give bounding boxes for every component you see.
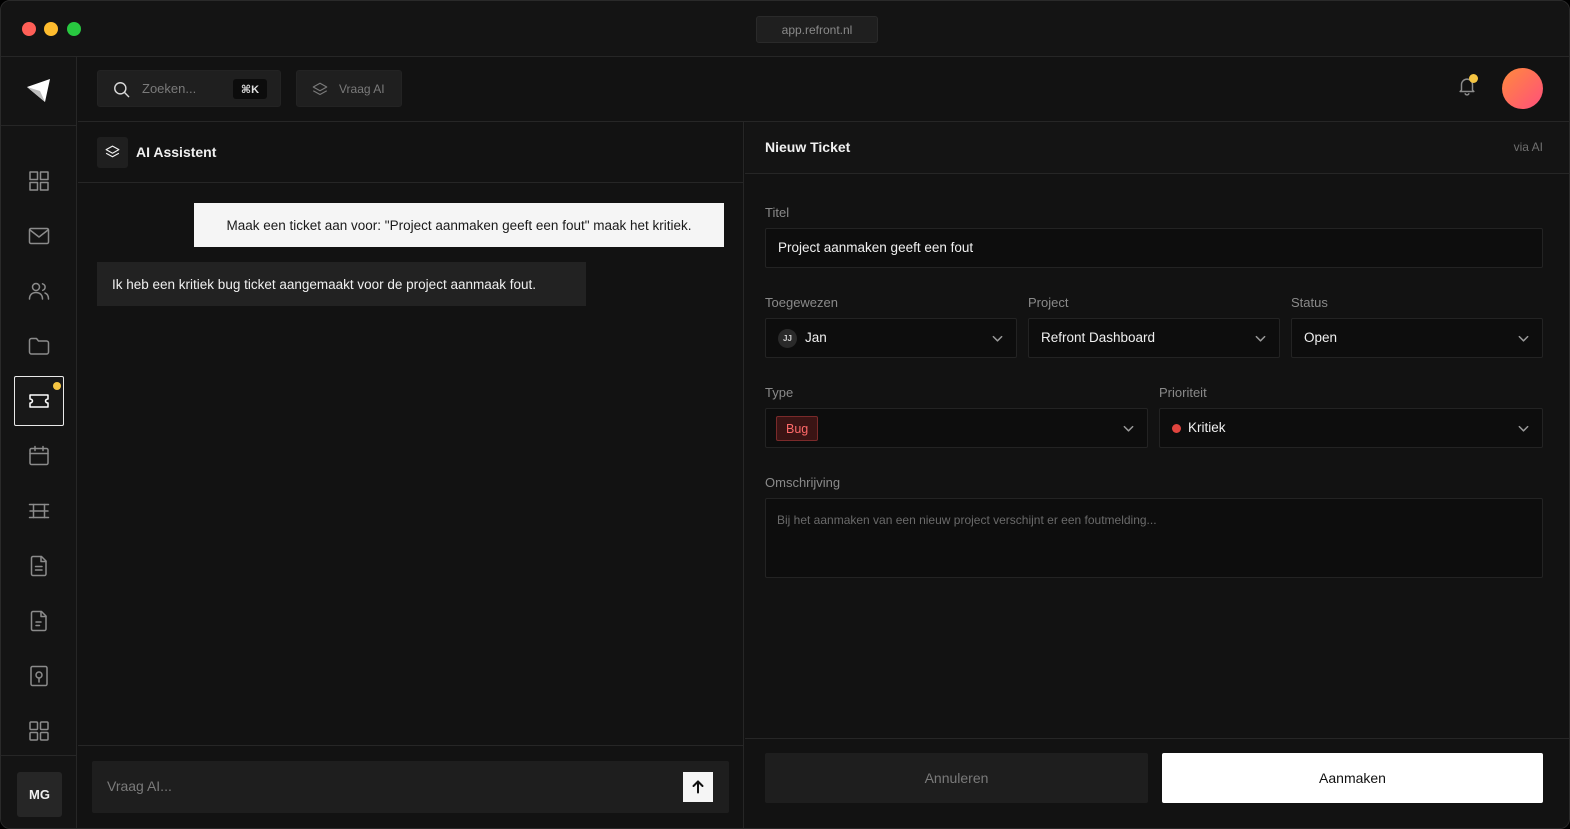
apps-grid-icon xyxy=(29,721,49,741)
project-value: Refront Dashboard xyxy=(1041,330,1156,345)
chevron-down-icon xyxy=(1517,332,1530,345)
ticket-source-label: via AI xyxy=(1513,140,1543,154)
title-bar: app.refront.nl xyxy=(1,1,1569,57)
safe-icon xyxy=(30,665,48,687)
ai-panel-icon-badge xyxy=(97,137,128,168)
ticket-panel-title: Nieuw Ticket xyxy=(765,139,851,155)
priority-select[interactable]: Kritiek xyxy=(1159,408,1543,448)
invoice-icon xyxy=(30,610,47,632)
assigned-select[interactable]: JJ Jan xyxy=(765,318,1017,358)
search-shortcut-badge: ⌘K xyxy=(233,79,267,99)
create-ticket-button[interactable]: Aanmaken xyxy=(1162,753,1543,803)
tickets-notification-dot xyxy=(53,382,61,390)
search-box[interactable]: Zoeken... ⌘K xyxy=(97,70,281,107)
sidebar-divider-bottom xyxy=(1,755,77,756)
assigned-label: Toegewezen xyxy=(765,295,838,310)
calendar-icon xyxy=(29,445,49,466)
assignee-avatar: JJ xyxy=(778,329,797,348)
sidebar-item-invoices[interactable] xyxy=(14,596,64,646)
sidebar-item-tickets[interactable] xyxy=(14,376,64,426)
type-select[interactable]: Bug xyxy=(765,408,1148,448)
folder-icon xyxy=(28,337,50,355)
notifications-button[interactable] xyxy=(1456,74,1480,101)
type-bug-tag: Bug xyxy=(776,416,819,441)
ai-chat-placeholder: Vraag AI... xyxy=(107,778,172,794)
assistant-message: Ik heb een kritiek bug ticket aangemaakt… xyxy=(97,262,586,306)
ask-ai-label: Vraag AI xyxy=(339,82,385,96)
sidebar-divider xyxy=(1,125,77,126)
ask-ai-button[interactable]: Vraag AI xyxy=(296,70,402,107)
top-header: Zoeken... ⌘K Vraag AI xyxy=(78,57,1569,122)
mail-icon xyxy=(28,227,50,245)
description-placeholder: Bij het aanmaken van een nieuw project v… xyxy=(777,513,1157,527)
notification-dot xyxy=(1469,74,1478,83)
logo-icon xyxy=(27,79,50,102)
search-input[interactable]: Zoeken... xyxy=(142,81,196,96)
chevron-down-icon xyxy=(1517,422,1530,435)
priority-label: Prioriteit xyxy=(1159,385,1207,400)
chevron-down-icon xyxy=(991,332,1004,345)
new-ticket-panel: Nieuw Ticket via AI Titel Project aanmak… xyxy=(745,122,1569,828)
ai-panel-divider xyxy=(78,745,744,746)
dashboard-grid-icon xyxy=(29,171,49,191)
ai-panel-header: AI Assistent xyxy=(78,122,744,183)
send-message-button[interactable] xyxy=(683,772,713,802)
ai-chat-input[interactable]: Vraag AI... xyxy=(92,761,729,813)
url-bar[interactable]: app.refront.nl xyxy=(756,16,878,43)
sidebar-item-projects[interactable] xyxy=(14,321,64,371)
title-field[interactable]: Project aanmaken geeft een fout xyxy=(765,228,1543,268)
layers-icon xyxy=(105,145,120,158)
cancel-button[interactable]: Annuleren xyxy=(765,753,1148,803)
project-select[interactable]: Refront Dashboard xyxy=(1028,318,1280,358)
chevron-down-icon xyxy=(1254,332,1267,345)
ai-panel-title: AI Assistent xyxy=(136,144,217,160)
user-initials-badge[interactable]: MG xyxy=(17,772,62,817)
close-window-button[interactable] xyxy=(22,22,36,36)
refront-logo[interactable] xyxy=(23,75,55,107)
sidebar-item-mail[interactable] xyxy=(14,211,64,261)
status-select[interactable]: Open xyxy=(1291,318,1543,358)
status-value: Open xyxy=(1304,330,1338,345)
ticket-icon xyxy=(29,394,49,408)
sidebar-item-vault[interactable] xyxy=(14,651,64,701)
minimize-window-button[interactable] xyxy=(44,22,58,36)
sidebar-item-dashboard[interactable] xyxy=(14,156,64,206)
document-icon xyxy=(30,555,47,577)
project-label: Project xyxy=(1028,295,1069,310)
sidebar-item-media[interactable] xyxy=(14,486,64,536)
ticket-panel-header: Nieuw Ticket via AI xyxy=(745,122,1569,174)
app-window: app.refront.nl MG Zoeken... ⌘K Vraag AI … xyxy=(0,0,1570,829)
description-textarea[interactable]: Bij het aanmaken van een nieuw project v… xyxy=(765,498,1543,578)
search-icon xyxy=(114,82,130,98)
sidebar-item-users[interactable] xyxy=(14,266,64,316)
sidebar-item-calendar[interactable] xyxy=(14,431,64,481)
maximize-window-button[interactable] xyxy=(67,22,81,36)
film-icon xyxy=(28,503,50,519)
priority-critical-dot xyxy=(1172,424,1181,433)
title-value: Project aanmaken geeft een fout xyxy=(778,240,974,255)
sidebar-item-documents[interactable] xyxy=(14,541,64,591)
sidebar-item-apps[interactable] xyxy=(14,706,64,756)
chevron-down-icon xyxy=(1122,422,1135,435)
user-avatar[interactable] xyxy=(1502,68,1543,109)
assigned-value: Jan xyxy=(805,330,827,345)
users-icon xyxy=(28,282,50,300)
sidebar: MG xyxy=(1,57,77,828)
ai-assistant-panel: AI Assistent Maak een ticket aan voor: "… xyxy=(78,122,744,828)
layers-icon xyxy=(312,82,328,96)
description-label: Omschrijving xyxy=(765,475,841,490)
ticket-panel-divider xyxy=(745,738,1569,739)
type-label: Type xyxy=(765,385,794,400)
arrow-up-icon xyxy=(692,780,704,794)
status-label: Status xyxy=(1291,295,1328,310)
user-message: Maak een ticket aan voor: "Project aanma… xyxy=(194,203,724,247)
priority-value: Kritiek xyxy=(1188,420,1226,435)
title-label: Titel xyxy=(765,205,790,220)
